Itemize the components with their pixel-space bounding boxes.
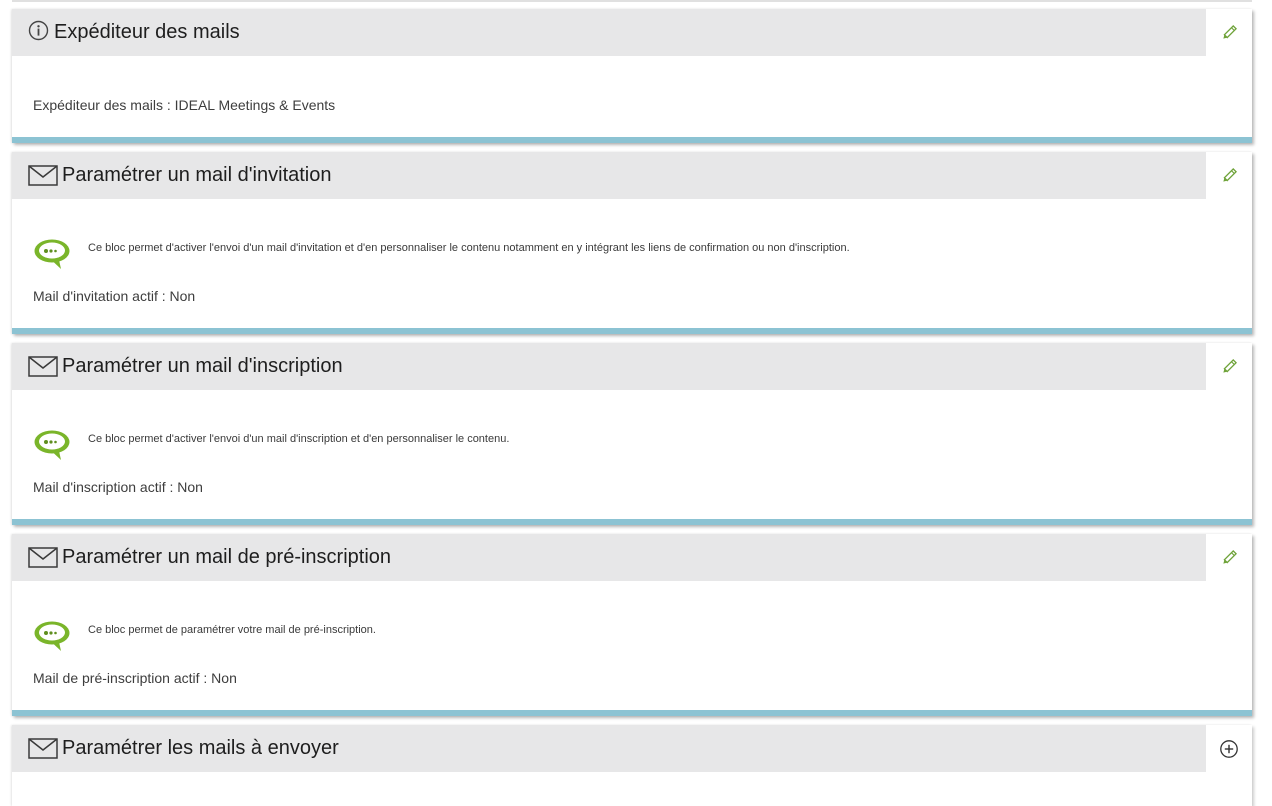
mails-to-send-panel: Paramétrer les mails à envoyer [12, 725, 1252, 806]
envelope-icon [28, 738, 58, 764]
invitation-mail-panel-header: Paramétrer un mail d'invitation [12, 152, 1252, 199]
invitation-hint-text: Ce bloc permet d'activer l'envoi d'un ma… [88, 242, 850, 254]
preregistration-mail-panel: Paramétrer un mail de pré-inscription Ce… [12, 534, 1252, 716]
chat-bubble-icon [33, 429, 73, 466]
invitation-mail-panel: Paramétrer un mail d'invitation Ce bloc … [12, 152, 1252, 334]
envelope-icon [28, 165, 58, 191]
edit-pencil-icon [1220, 358, 1238, 381]
registration-hint-text: Ce bloc permet d'activer l'envoi d'un ma… [88, 433, 510, 445]
sender-panel: Expéditeur des mails Expéditeur des mail… [12, 9, 1252, 143]
edit-preregistration-mail-button[interactable] [1206, 540, 1252, 581]
sender-status: Expéditeur des mails : IDEAL Meetings & … [33, 97, 336, 113]
edit-pencil-icon [1220, 24, 1238, 47]
registration-mail-panel-header: Paramétrer un mail d'inscription [12, 343, 1252, 390]
edit-registration-mail-button[interactable] [1206, 349, 1252, 390]
sender-panel-title: Expéditeur des mails [54, 21, 240, 43]
preregistration-status: Mail de pré-inscription actif : Non [33, 670, 237, 686]
invitation-status: Mail d'invitation actif : Non [33, 288, 196, 304]
info-icon [28, 20, 49, 46]
edit-pencil-icon [1220, 549, 1238, 572]
preregistration-hint-text: Ce bloc permet de paramétrer votre mail … [88, 624, 376, 636]
preregistration-mail-panel-header: Paramétrer un mail de pré-inscription [12, 534, 1252, 581]
registration-status: Mail d'inscription actif : Non [33, 479, 203, 495]
registration-mail-panel: Paramétrer un mail d'inscription Ce bloc… [12, 343, 1252, 525]
expand-mails-to-send-button[interactable] [1206, 731, 1252, 772]
expand-plus-icon [1219, 739, 1239, 764]
invitation-mail-panel-title: Paramétrer un mail d'invitation [62, 164, 332, 186]
mails-to-send-panel-title: Paramétrer les mails à envoyer [62, 737, 339, 759]
envelope-icon [28, 547, 58, 573]
sender-panel-header: Expéditeur des mails [12, 9, 1252, 56]
registration-mail-panel-title: Paramétrer un mail d'inscription [62, 355, 343, 377]
preregistration-mail-panel-title: Paramétrer un mail de pré-inscription [62, 546, 392, 568]
mails-to-send-panel-header: Paramétrer les mails à envoyer [12, 725, 1252, 772]
edit-invitation-mail-button[interactable] [1206, 158, 1252, 199]
edit-pencil-icon [1220, 167, 1238, 190]
chat-bubble-icon [33, 238, 73, 275]
previous-panel-edge [12, 0, 1252, 2]
edit-sender-button[interactable] [1206, 15, 1252, 56]
envelope-icon [28, 356, 58, 382]
chat-bubble-icon [33, 620, 73, 657]
